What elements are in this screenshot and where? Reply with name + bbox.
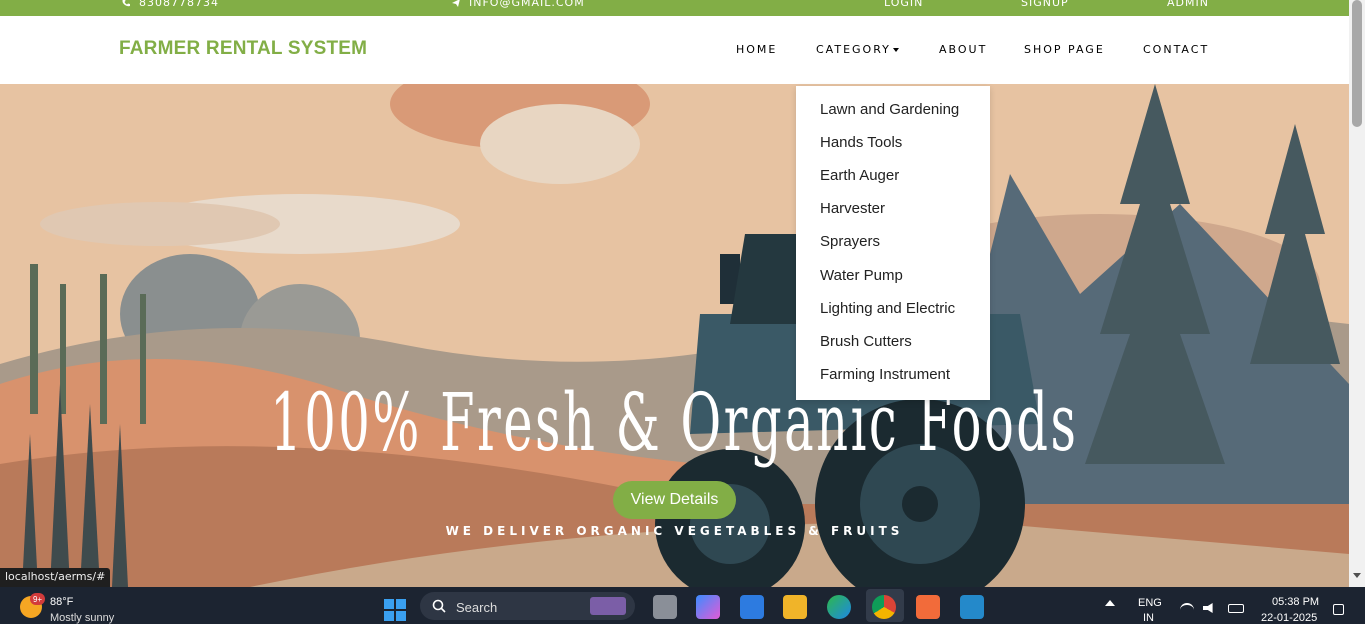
dropdown-item-harvester[interactable]: Harvester bbox=[820, 200, 885, 217]
top-contact-bar: 8308778734 INFO@GMAIL.COM LOGIN SIGNUP A… bbox=[0, 0, 1349, 16]
dropdown-item-hands-tools[interactable]: Hands Tools bbox=[820, 134, 902, 151]
nav-about[interactable]: ABOUT bbox=[939, 43, 987, 56]
taskbar-search[interactable]: Search bbox=[420, 592, 635, 620]
file-explorer-icon[interactable] bbox=[783, 595, 807, 619]
category-dropdown-menu: Lawn and Gardening Hands Tools Earth Aug… bbox=[796, 86, 990, 400]
signup-link[interactable]: SIGNUP bbox=[1021, 0, 1069, 9]
nav-contact[interactable]: CONTACT bbox=[1143, 43, 1209, 56]
volume-icon[interactable] bbox=[1203, 603, 1213, 613]
dropdown-item-water-pump[interactable]: Water Pump bbox=[820, 267, 903, 284]
windows-start-icon[interactable] bbox=[384, 599, 406, 621]
chevron-up-icon[interactable] bbox=[1105, 600, 1115, 606]
xampp-icon[interactable] bbox=[916, 595, 940, 619]
phone-icon bbox=[122, 0, 130, 6]
email-address: INFO@GMAIL.COM bbox=[469, 0, 585, 9]
caret-down-icon bbox=[892, 48, 899, 52]
weather-desc[interactable]: Mostly sunny bbox=[50, 612, 114, 624]
dropdown-item-earth-auger[interactable]: Earth Auger bbox=[820, 167, 899, 184]
admin-link[interactable]: ADMIN bbox=[1167, 0, 1209, 9]
language-label[interactable]: ENG bbox=[1138, 597, 1162, 609]
search-placeholder: Search bbox=[456, 600, 498, 615]
view-details-button[interactable]: View Details bbox=[613, 481, 736, 519]
nav-home[interactable]: HOME bbox=[736, 43, 777, 56]
weather-temp[interactable]: 88°F bbox=[50, 596, 73, 608]
edge-icon[interactable] bbox=[827, 595, 851, 619]
dropdown-item-farming-instrument[interactable]: Farming Instrument bbox=[820, 366, 950, 383]
clock-date[interactable]: 22-01-2025 bbox=[1261, 612, 1317, 624]
store-icon[interactable] bbox=[740, 595, 764, 619]
task-view-icon[interactable] bbox=[653, 595, 677, 619]
nav-category[interactable]: CATEGORY bbox=[816, 43, 899, 56]
region-label[interactable]: IN bbox=[1143, 612, 1154, 624]
phone-number: 8308778734 bbox=[139, 0, 219, 9]
scroll-down-arrow-icon[interactable] bbox=[1353, 573, 1361, 578]
paper-plane-icon bbox=[452, 0, 460, 7]
scrollbar-thumb[interactable] bbox=[1352, 0, 1362, 127]
dropdown-item-sprayers[interactable]: Sprayers bbox=[820, 233, 880, 250]
chrome-icon[interactable] bbox=[872, 595, 896, 619]
search-icon bbox=[432, 599, 446, 613]
search-highlight-icon bbox=[590, 597, 626, 615]
email-contact: INFO@GMAIL.COM bbox=[451, 0, 585, 9]
page-scrollbar[interactable] bbox=[1349, 0, 1365, 587]
phone-contact: 8308778734 bbox=[121, 0, 219, 9]
copilot-icon[interactable] bbox=[696, 595, 720, 619]
nav-shop-page[interactable]: SHOP PAGE bbox=[1024, 43, 1105, 56]
weather-badge: 9+ bbox=[30, 593, 45, 605]
status-url-tooltip: localhost/aerms/# bbox=[0, 568, 111, 587]
dropdown-item-lawn-and-gardening[interactable]: Lawn and Gardening bbox=[820, 101, 959, 118]
nav-category-label: CATEGORY bbox=[816, 43, 891, 56]
battery-icon[interactable] bbox=[1228, 604, 1244, 613]
vscode-icon[interactable] bbox=[960, 595, 984, 619]
dropdown-item-lighting-and-electric[interactable]: Lighting and Electric bbox=[820, 300, 955, 317]
wifi-icon[interactable] bbox=[1180, 603, 1194, 613]
windows-taskbar: 9+ 88°F Mostly sunny Search ENG IN 05:38… bbox=[0, 587, 1365, 624]
dropdown-item-brush-cutters[interactable]: Brush Cutters bbox=[820, 333, 912, 350]
hero-subtitle: WE DELIVER ORGANIC VEGETABLES & FRUITS bbox=[445, 524, 904, 538]
main-navbar: FARMER RENTAL SYSTEM HOME CATEGORY ABOUT… bbox=[0, 16, 1349, 84]
brand-logo[interactable]: FARMER RENTAL SYSTEM bbox=[119, 38, 367, 60]
clock-time[interactable]: 05:38 PM bbox=[1272, 596, 1319, 608]
notification-icon[interactable] bbox=[1333, 604, 1344, 615]
login-link[interactable]: LOGIN bbox=[884, 0, 923, 9]
